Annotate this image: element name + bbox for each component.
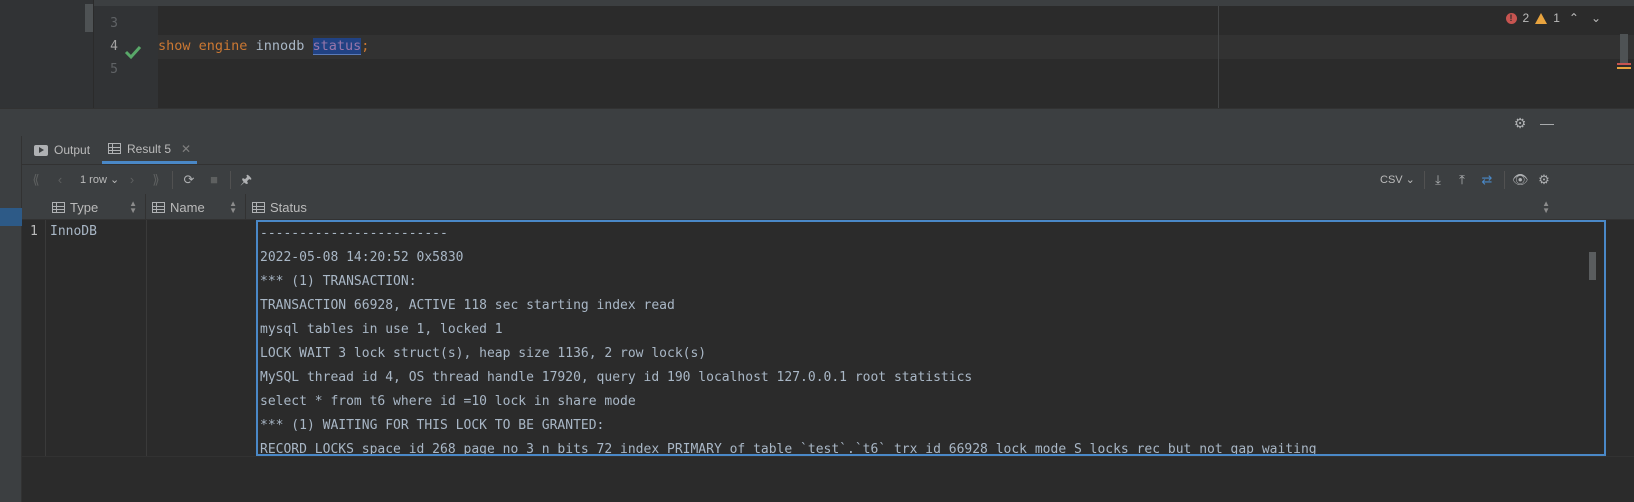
left-strip-scroll-knob[interactable] bbox=[85, 4, 93, 32]
selected-tree-item[interactable] bbox=[0, 208, 22, 226]
hide-icon[interactable]: — bbox=[1539, 115, 1555, 131]
export-format-label: CSV bbox=[1380, 174, 1403, 186]
semicolon: ; bbox=[361, 38, 370, 54]
status-line: RECORD LOCKS space id 268 page no 3 n bi… bbox=[260, 442, 1317, 456]
column-divider bbox=[146, 220, 147, 456]
code-line-4[interactable]: show engine innodb status; bbox=[158, 38, 370, 55]
warning-icon bbox=[1535, 12, 1548, 24]
services-tool-window-header: ⚙ — bbox=[0, 108, 1634, 136]
column-header-name[interactable]: Name ▲ ▼ bbox=[146, 194, 246, 220]
sort-icon[interactable]: ▲ ▼ bbox=[229, 200, 237, 215]
reload-icon[interactable]: ⟳ bbox=[181, 172, 197, 188]
previous-highlight-icon[interactable]: ⌃ bbox=[1566, 11, 1582, 25]
cell-scrollbar-thumb[interactable] bbox=[1589, 252, 1596, 280]
status-line: TRANSACTION 66928, ACTIVE 118 sec starti… bbox=[260, 298, 675, 313]
column-icon bbox=[52, 201, 65, 213]
editor-top-border bbox=[94, 0, 1634, 6]
first-page-icon[interactable]: ⟪ bbox=[28, 172, 44, 188]
keyword-engine: engine bbox=[198, 38, 248, 54]
gear-icon[interactable]: ⚙ bbox=[1512, 115, 1528, 131]
line-number: 3 bbox=[110, 16, 118, 31]
column-icon bbox=[252, 201, 265, 213]
next-highlight-icon[interactable]: ⌄ bbox=[1588, 11, 1604, 25]
row-count-selector[interactable]: 1 row ⌄ bbox=[80, 173, 119, 186]
row-count-label: 1 row bbox=[80, 174, 107, 186]
keyword-status: status bbox=[312, 38, 362, 55]
grid-empty-area bbox=[22, 456, 1634, 502]
status-line: mysql tables in use 1, locked 1 bbox=[260, 322, 503, 337]
status-line: 2022-05-08 14:20:52 0x5830 bbox=[260, 250, 464, 265]
close-icon[interactable]: ✕ bbox=[181, 142, 191, 156]
error-count: 2 bbox=[1522, 11, 1530, 25]
right-margin-guide bbox=[1218, 6, 1219, 108]
cell-status-selected[interactable]: ------------------------ 2022-05-08 14:2… bbox=[256, 220, 1606, 456]
line-number: 5 bbox=[110, 62, 118, 77]
line-number: 4 bbox=[110, 39, 118, 54]
editor-gutter: 3 4 5 bbox=[94, 6, 158, 108]
compare-icon[interactable]: ⇄ bbox=[1479, 172, 1495, 188]
tab-result-label: Result 5 bbox=[127, 141, 172, 156]
upload-icon[interactable]: ⤒ bbox=[1454, 172, 1470, 188]
status-line: ------------------------ bbox=[260, 226, 448, 241]
cell-type[interactable]: InnoDB bbox=[50, 224, 97, 239]
editor-left-strip bbox=[0, 0, 94, 108]
editor-scrollbar-thumb[interactable] bbox=[1620, 34, 1628, 64]
checkmark-icon bbox=[124, 45, 142, 60]
column-label: Status bbox=[270, 199, 307, 215]
identifier-innodb: innodb bbox=[255, 38, 305, 54]
column-icon bbox=[152, 201, 165, 213]
warning-stripe[interactable] bbox=[1617, 67, 1631, 69]
result-grid[interactable]: Type ▲ ▼ Name ▲ ▼ Status ▲ ▼ 1 InnoDB -----… bbox=[22, 194, 1634, 502]
row-number[interactable]: 1 bbox=[30, 224, 38, 239]
status-line: select * from t6 where id =10 lock in sh… bbox=[260, 394, 636, 409]
tab-output-label: Output bbox=[54, 143, 91, 157]
status-line: MySQL thread id 4, OS thread handle 1792… bbox=[260, 370, 973, 385]
current-line-highlight bbox=[158, 35, 1634, 59]
tab-output[interactable]: Output bbox=[28, 136, 96, 164]
column-label: Type bbox=[70, 199, 99, 215]
warning-count: 1 bbox=[1553, 11, 1560, 25]
status-line: LOCK WAIT 3 lock struct(s), heap size 11… bbox=[260, 346, 707, 361]
error-icon: ! bbox=[1505, 12, 1517, 24]
toolbar-separator bbox=[172, 171, 173, 189]
table-icon bbox=[108, 143, 121, 154]
inspection-widget[interactable]: ! 2 1 ⌃ ⌄ bbox=[1505, 11, 1605, 25]
services-tree-strip bbox=[0, 136, 22, 502]
tab-result[interactable]: Result 5 ✕ bbox=[102, 136, 198, 164]
view-icon[interactable]: 👁 bbox=[1512, 172, 1529, 188]
toolbar-separator bbox=[1504, 171, 1505, 189]
toolbar-separator bbox=[230, 171, 231, 189]
status-line: *** (1) TRANSACTION: bbox=[260, 274, 417, 289]
sort-icon[interactable]: ▲ ▼ bbox=[129, 200, 137, 215]
column-header-type[interactable]: Type ▲ ▼ bbox=[46, 194, 146, 220]
status-line: *** (1) WAITING FOR THIS LOCK TO BE GRAN… bbox=[260, 418, 605, 433]
column-header-status[interactable]: Status ▲ ▼ bbox=[246, 194, 1558, 220]
toolbar-separator bbox=[1424, 171, 1425, 189]
result-tabs: Output Result 5 ✕ bbox=[22, 136, 1634, 164]
row-number-column bbox=[22, 220, 46, 456]
previous-page-icon[interactable]: ‹ bbox=[52, 172, 68, 188]
result-toolbar: ⟪ ‹ 1 row ⌄ › ⟫ ⟳ ■ 🖈 CSV ⌄ ⤓ ⤒ ⇄ 👁 ⚙ bbox=[22, 164, 1634, 194]
grid-header: Type ▲ ▼ Name ▲ ▼ Status ▲ ▼ bbox=[22, 194, 1634, 220]
download-icon[interactable]: ⤓ bbox=[1430, 172, 1446, 188]
column-label: Name bbox=[170, 199, 205, 215]
export-format-selector[interactable]: CSV ⌄ bbox=[1380, 173, 1415, 186]
next-page-icon[interactable]: › bbox=[124, 172, 140, 188]
settings-icon[interactable]: ⚙ bbox=[1536, 172, 1552, 188]
keyword-show: show bbox=[158, 38, 191, 54]
last-page-icon[interactable]: ⟫ bbox=[148, 172, 164, 188]
sort-icon[interactable]: ▲ ▼ bbox=[1542, 200, 1550, 215]
console-icon bbox=[34, 144, 48, 156]
stop-icon[interactable]: ■ bbox=[206, 172, 222, 188]
error-stripe[interactable] bbox=[1617, 63, 1631, 65]
pin-tab-icon[interactable]: 🖈 bbox=[238, 172, 254, 188]
